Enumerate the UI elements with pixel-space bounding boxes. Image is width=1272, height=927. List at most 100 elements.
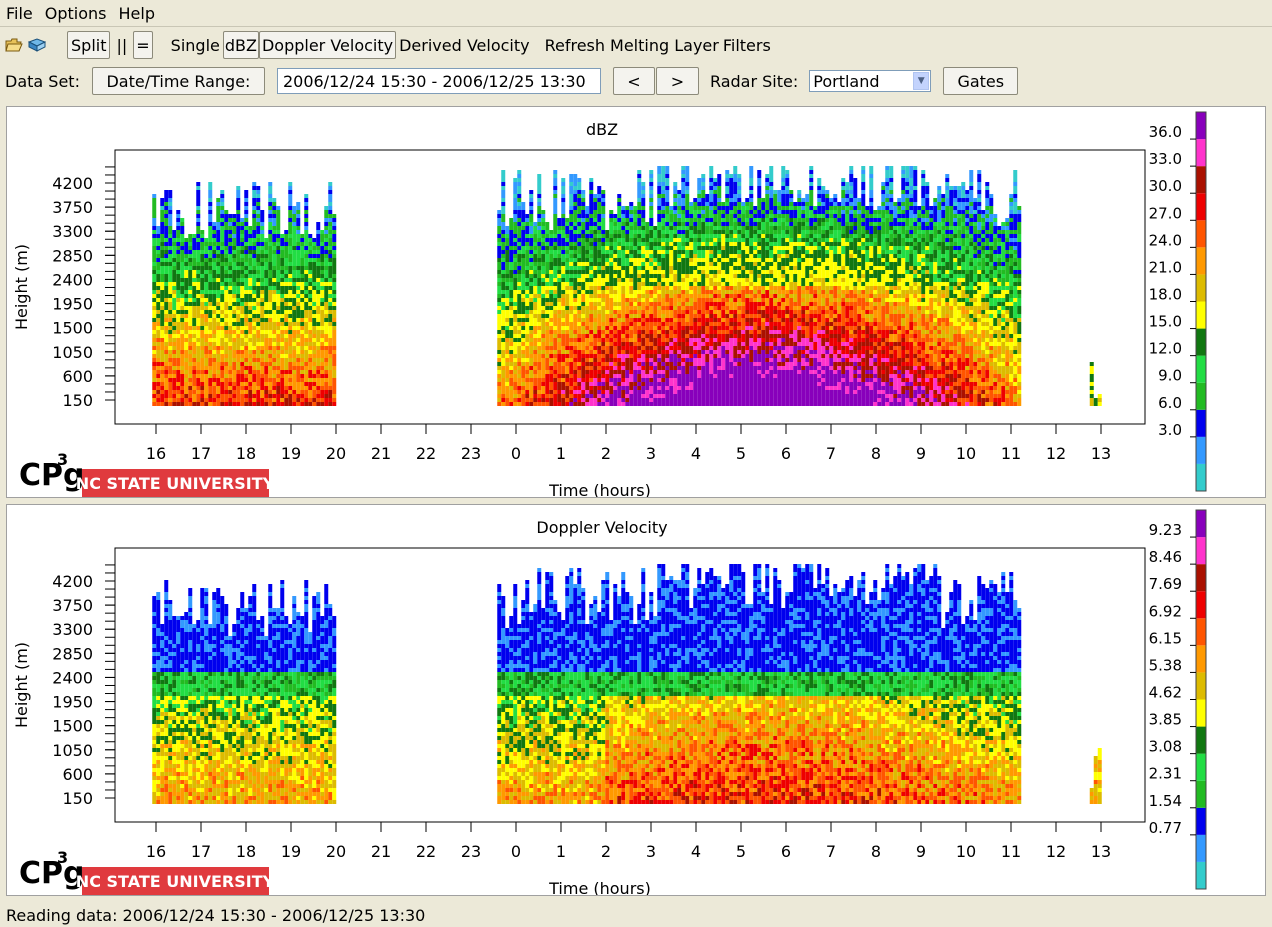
data-cell [328, 398, 333, 402]
data-cell [497, 290, 502, 294]
data-cell [597, 234, 602, 238]
data-cell [260, 270, 265, 274]
data-cell [501, 358, 506, 362]
data-cell [557, 278, 562, 282]
data-cell [589, 238, 594, 242]
data-cell [220, 278, 225, 282]
data-cell [236, 402, 241, 406]
previous-button[interactable]: < [612, 67, 655, 95]
data-cell [497, 318, 502, 322]
data-cell [573, 262, 578, 266]
open-book-icon[interactable] [27, 37, 47, 53]
data-cell [665, 346, 670, 350]
data-cell [517, 298, 522, 302]
data-cell [312, 306, 317, 310]
data-cell [296, 310, 301, 314]
data-cell [533, 318, 538, 322]
data-cell [693, 358, 698, 362]
data-cell [641, 246, 646, 250]
data-cell [577, 178, 582, 182]
data-cell [521, 250, 526, 254]
data-cell [497, 238, 502, 242]
data-cell [669, 342, 674, 346]
data-cell [609, 266, 614, 270]
data-cell [156, 238, 161, 242]
menu-options[interactable]: Options [39, 4, 113, 23]
open-folder-icon[interactable] [5, 37, 23, 53]
data-cell [497, 230, 502, 234]
menu-help[interactable]: Help [113, 4, 161, 23]
data-cell [260, 398, 265, 402]
data-cell [328, 190, 333, 194]
menu-file[interactable]: File [0, 4, 39, 23]
data-cell [649, 274, 654, 278]
data-cell [248, 306, 253, 310]
dbz-button[interactable]: dBZ [222, 31, 259, 59]
data-cell [529, 370, 534, 374]
data-cell [304, 226, 309, 230]
data-cell [549, 374, 554, 378]
data-cell [629, 330, 634, 334]
doppler-velocity-button[interactable]: Doppler Velocity [258, 31, 397, 59]
data-cell [609, 350, 614, 354]
data-cell [601, 214, 606, 218]
data-cell [192, 354, 197, 358]
data-cell [224, 346, 229, 350]
filters-button[interactable]: Filters [721, 31, 773, 59]
single-button[interactable]: Single [168, 31, 223, 59]
date-time-range-button[interactable]: Date/Time Range: [91, 67, 265, 95]
refresh-button[interactable]: Refresh [542, 31, 608, 59]
data-cell [553, 270, 558, 274]
data-cell [220, 274, 225, 278]
data-cell [284, 246, 289, 250]
data-cell [597, 274, 602, 278]
date-time-range-field[interactable]: 2006/12/24 15:30 - 2006/12/25 13:30 [276, 68, 601, 94]
data-cell [164, 238, 169, 242]
data-cell [573, 346, 578, 350]
data-cell [701, 402, 706, 406]
data-cell [629, 238, 634, 242]
melting-layer-button[interactable]: Melting Layer [608, 31, 721, 59]
data-cell [561, 250, 566, 254]
data-cell [569, 402, 574, 406]
data-cell [681, 234, 686, 238]
horizontal-layout-button[interactable]: = [133, 31, 153, 59]
gates-button[interactable]: Gates [943, 67, 1019, 95]
data-cell [200, 262, 205, 266]
data-cell [296, 402, 301, 406]
data-cell [200, 322, 205, 326]
data-cell [320, 262, 325, 266]
data-cell [609, 310, 614, 314]
radar-site-select[interactable]: Portland ▼ [809, 70, 932, 92]
vertical-layout-button[interactable]: || [114, 31, 129, 59]
data-cell [609, 370, 614, 374]
data-cell [228, 314, 233, 318]
data-cell [649, 238, 654, 242]
data-cell [176, 222, 181, 226]
split-button[interactable]: Split [67, 31, 111, 59]
data-cell [581, 294, 586, 298]
data-cell [248, 310, 253, 314]
data-cell [328, 230, 333, 234]
data-cell [320, 266, 325, 270]
data-cell [561, 214, 566, 218]
data-cell [180, 306, 185, 310]
next-button[interactable]: > [655, 67, 699, 95]
data-cell [693, 342, 698, 346]
data-cell [248, 238, 253, 242]
data-cell [577, 346, 582, 350]
data-cell [216, 346, 221, 350]
data-cell [641, 394, 646, 398]
data-cell [701, 374, 706, 378]
data-cell [617, 198, 622, 202]
data-cell [521, 206, 526, 210]
data-cell [525, 262, 530, 266]
chevron-down-icon[interactable]: ▼ [913, 72, 930, 90]
data-cell [649, 282, 654, 286]
data-cell [260, 378, 265, 382]
data-cell [176, 350, 181, 354]
data-cell [649, 322, 654, 326]
data-cell [649, 194, 654, 198]
data-cell [677, 318, 682, 322]
derived-velocity-button[interactable]: Derived Velocity [396, 31, 534, 59]
